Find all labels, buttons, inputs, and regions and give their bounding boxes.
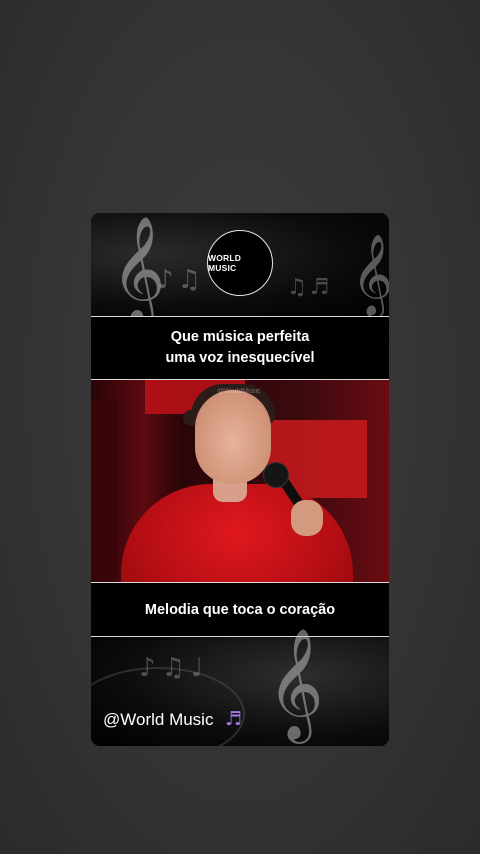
logo-text: WORLD MUSIC [208, 253, 242, 273]
video-watermark: @WorldMusic [217, 388, 261, 395]
treble-clef-icon: 𝄞 [351, 233, 389, 315]
music-notes-icon: ♪♫♩ [139, 653, 210, 683]
caption-top-line1: Que música perfeita [170, 329, 310, 345]
microphone-icon [263, 462, 289, 488]
caption-bottom-text: Melodia que toca o coração [144, 601, 336, 618]
caption-top: Que música perfeita uma voz inesquecível [91, 316, 389, 380]
channel-handle[interactable]: @World Music [103, 710, 213, 730]
treble-clef-icon: 𝄞 [267, 627, 324, 739]
caption-bottom: Melodia que toca o coração [91, 582, 389, 637]
stage-backdrop [91, 400, 117, 580]
music-notes-icon: ♪♫ [157, 265, 205, 295]
singer-face [195, 390, 271, 484]
musical-notes-icon: ♬ [225, 708, 243, 730]
bottom-banner: ♪♫♩ 𝄞 @World Music ♬ [91, 627, 389, 746]
music-notes-icon: ♫♬ [287, 275, 333, 300]
post-card[interactable]: 𝄞 ♪♫ ♫♬ 𝄞 WORLD MUSIC Que música perfeit… [91, 213, 389, 746]
world-music-logo: WORLD MUSIC [207, 230, 273, 296]
caption-top-line2: uma voz inesquecível [165, 350, 315, 366]
video-frame[interactable]: @WorldMusic [91, 380, 389, 582]
top-banner: 𝄞 ♪♫ ♫♬ 𝄞 WORLD MUSIC [91, 213, 389, 322]
singer-hand [291, 500, 323, 536]
